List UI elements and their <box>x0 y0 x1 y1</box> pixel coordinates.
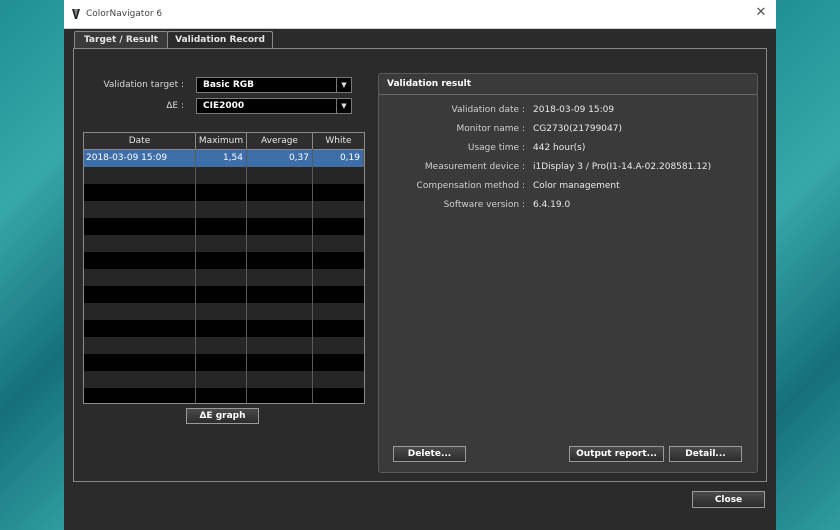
colornavigator-icon <box>72 9 80 19</box>
column-divider <box>195 149 196 403</box>
info-row-compensation-method: Compensation method : Color management <box>379 181 757 195</box>
window-title: ColorNavigator 6 <box>86 9 163 19</box>
validation-target-value: Basic RGB <box>203 80 255 90</box>
table-row-empty <box>84 371 364 388</box>
table-row-empty <box>84 184 364 201</box>
title-bar: ColorNavigator 6 ✕ <box>64 0 776 29</box>
info-label: Software version : <box>443 200 525 210</box>
delta-e-graph-button[interactable]: ΔE graph <box>186 408 259 424</box>
table-row[interactable]: 2018-03-09 15:09 1,54 0,37 0,19 <box>84 150 364 167</box>
info-value: 442 hour(s) <box>533 143 586 153</box>
info-value: 2018-03-09 15:09 <box>533 105 615 115</box>
info-label: Validation date : <box>451 105 526 115</box>
column-divider <box>246 149 247 403</box>
column-header-average[interactable]: Average <box>247 133 313 149</box>
info-label: Monitor name : <box>456 124 526 134</box>
info-row-usage-time: Usage time : 442 hour(s) <box>379 143 757 157</box>
table-row-empty <box>84 286 364 303</box>
desktop-background-right <box>776 0 840 530</box>
output-report-button[interactable]: Output report... <box>569 446 664 462</box>
validation-result-header: Validation result <box>379 74 757 95</box>
table-row-empty <box>84 388 364 403</box>
validation-result-title: Validation result <box>387 79 472 89</box>
info-label: Measurement device : <box>424 162 525 172</box>
info-value: CG2730(21799047) <box>533 124 622 134</box>
table-header: Date Maximum Average White <box>84 133 364 150</box>
cell-date: 2018-03-09 15:09 <box>84 150 196 167</box>
delta-e-value: CIE2000 <box>203 101 245 111</box>
table-row-empty <box>84 167 364 184</box>
table-row-empty <box>84 235 364 252</box>
validation-target-label: Validation target : <box>103 80 184 90</box>
table-row-empty <box>84 269 364 286</box>
desktop-background-left <box>0 0 64 530</box>
cell-white: 0,19 <box>313 150 364 167</box>
table-row-empty <box>84 201 364 218</box>
info-value: i1Display 3 / Pro(I1-14.A-02.208581.12) <box>533 162 712 172</box>
table-row-empty <box>84 303 364 320</box>
column-header-white[interactable]: White <box>313 133 364 149</box>
chevron-down-icon[interactable]: ▼ <box>336 99 351 113</box>
table-row-empty <box>84 252 364 269</box>
column-header-maximum[interactable]: Maximum <box>196 133 247 149</box>
cell-average: 0,37 <box>247 150 313 167</box>
validation-records-table: Date Maximum Average White 2018-03-09 15… <box>83 132 365 404</box>
cell-maximum: 1,54 <box>196 150 247 167</box>
info-label: Usage time : <box>467 143 525 153</box>
validation-target-select[interactable]: Basic RGB ▼ <box>196 77 352 93</box>
info-value: Color management <box>533 181 620 191</box>
table-row-empty <box>84 320 364 337</box>
table-row-empty <box>84 337 364 354</box>
validation-result-panel: Validation result Validation date : 2018… <box>378 73 758 473</box>
detail-button[interactable]: Detail... <box>669 446 742 462</box>
info-row-validation-date: Validation date : 2018-03-09 15:09 <box>379 105 757 119</box>
close-icon[interactable]: ✕ <box>754 6 768 20</box>
info-row-software-version: Software version : 6.4.19.0 <box>379 200 757 214</box>
tab-target-result[interactable]: Target / Result <box>74 31 168 49</box>
info-label: Compensation method : <box>416 181 525 191</box>
info-row-measurement-device: Measurement device : i1Display 3 / Pro(I… <box>379 162 757 176</box>
column-header-date[interactable]: Date <box>84 133 196 149</box>
delta-e-select[interactable]: CIE2000 ▼ <box>196 98 352 114</box>
info-value: 6.4.19.0 <box>533 200 571 210</box>
delete-button[interactable]: Delete... <box>393 446 466 462</box>
chevron-down-icon[interactable]: ▼ <box>336 78 351 92</box>
close-button[interactable]: Close <box>692 491 765 508</box>
delta-e-label: ΔE : <box>166 101 184 111</box>
table-row-empty <box>84 354 364 371</box>
column-divider <box>312 149 313 403</box>
info-row-monitor-name: Monitor name : CG2730(21799047) <box>379 124 757 138</box>
table-row-empty <box>84 218 364 235</box>
